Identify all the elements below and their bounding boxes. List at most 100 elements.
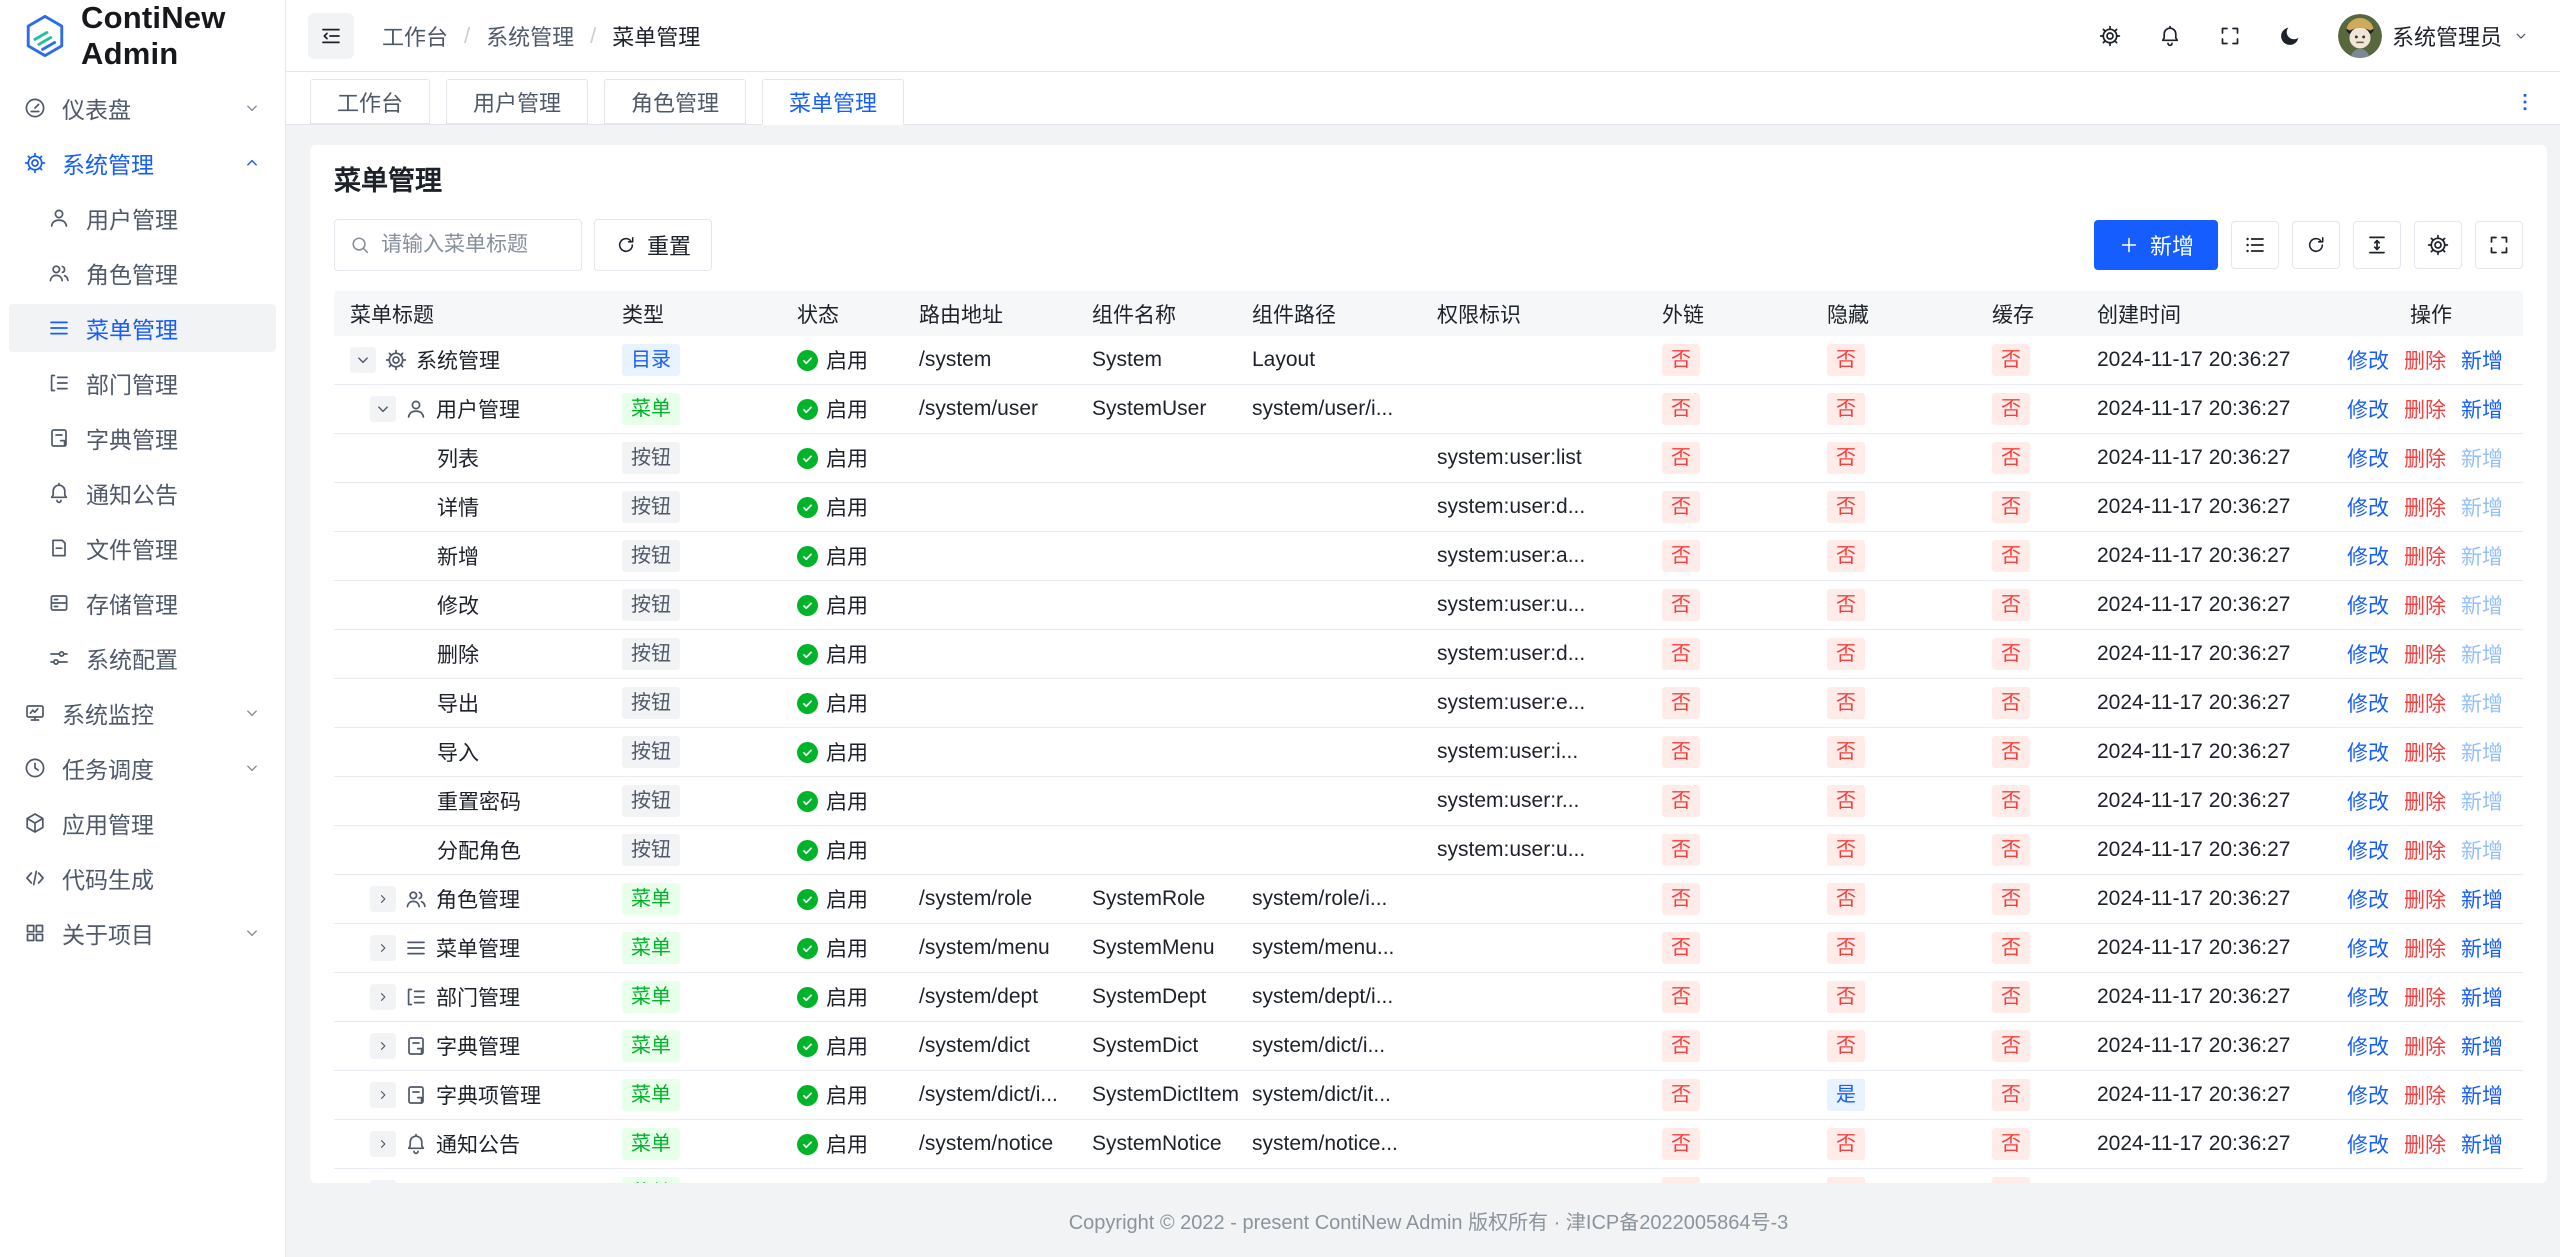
- component-path-cell: system/dict/it...: [1244, 1083, 1429, 1107]
- delete-link[interactable]: 删除: [2404, 1178, 2446, 1183]
- sidebar-item-notice[interactable]: 通知公告: [9, 469, 276, 517]
- expand-toggle[interactable]: [370, 1180, 396, 1183]
- refresh-table-button[interactable]: [2292, 221, 2340, 269]
- delete-link[interactable]: 删除: [2404, 1031, 2446, 1061]
- modify-link[interactable]: 修改: [2347, 1178, 2389, 1183]
- delete-link[interactable]: 删除: [2404, 1129, 2446, 1159]
- delete-link[interactable]: 删除: [2404, 394, 2446, 424]
- tab-角色管理[interactable]: 角色管理: [604, 79, 746, 124]
- type-badge: 按钮: [622, 736, 680, 768]
- sidebar-item-schedule[interactable]: 任务调度: [9, 744, 276, 792]
- tab-菜单管理[interactable]: 菜单管理: [762, 79, 904, 125]
- add-link[interactable]: 新增: [2461, 1080, 2503, 1110]
- list-view-button[interactable]: [2231, 221, 2279, 269]
- sidebar-item-role[interactable]: 角色管理: [9, 249, 276, 297]
- sidebar-item-user[interactable]: 用户管理: [9, 194, 276, 242]
- modify-link[interactable]: 修改: [2347, 639, 2389, 669]
- modify-link[interactable]: 修改: [2347, 492, 2389, 522]
- tab-工作台[interactable]: 工作台: [310, 79, 430, 124]
- add-link[interactable]: 新增: [2461, 1031, 2503, 1061]
- modify-link[interactable]: 修改: [2347, 884, 2389, 914]
- search-input[interactable]: [381, 233, 567, 257]
- add-link[interactable]: 新增: [2461, 884, 2503, 914]
- sidebar-item-monitor[interactable]: 系统监控: [9, 689, 276, 737]
- modify-link[interactable]: 修改: [2347, 688, 2389, 718]
- delete-link[interactable]: 删除: [2404, 737, 2446, 767]
- modify-link[interactable]: 修改: [2347, 443, 2389, 473]
- delete-link[interactable]: 删除: [2404, 1080, 2446, 1110]
- delete-link[interactable]: 删除: [2404, 492, 2446, 522]
- monitor-icon: [23, 701, 47, 725]
- expand-toggle[interactable]: [370, 396, 396, 422]
- created-time-cell: 2024-11-17 20:36:27: [2089, 495, 2339, 519]
- delete-link[interactable]: 删除: [2404, 982, 2446, 1012]
- component-name-cell: SystemDictItem: [1084, 1083, 1244, 1107]
- delete-link[interactable]: 删除: [2404, 345, 2446, 375]
- delete-link[interactable]: 删除: [2404, 933, 2446, 963]
- add-link[interactable]: 新增: [2461, 394, 2503, 424]
- modify-link[interactable]: 修改: [2347, 1080, 2389, 1110]
- breadcrumb-item[interactable]: 系统管理: [486, 20, 574, 52]
- sidebar-item-config[interactable]: 系统配置: [9, 634, 276, 682]
- hidden-cell: 否: [1819, 638, 1984, 670]
- modify-link[interactable]: 修改: [2347, 590, 2389, 620]
- expand-toggle[interactable]: [370, 935, 396, 961]
- notifications-button[interactable]: [2158, 24, 2182, 48]
- tab-用户管理[interactable]: 用户管理: [446, 79, 588, 124]
- add-link[interactable]: 新增: [2461, 982, 2503, 1012]
- delete-link[interactable]: 删除: [2404, 443, 2446, 473]
- delete-link[interactable]: 删除: [2404, 688, 2446, 718]
- modify-link[interactable]: 修改: [2347, 737, 2389, 767]
- modify-link[interactable]: 修改: [2347, 394, 2389, 424]
- delete-link[interactable]: 删除: [2404, 884, 2446, 914]
- modify-link[interactable]: 修改: [2347, 786, 2389, 816]
- expand-toggle[interactable]: [370, 984, 396, 1010]
- theme-toggle-button[interactable]: [2278, 24, 2302, 48]
- add-button[interactable]: 新增: [2094, 220, 2218, 270]
- tab-list-menu-button[interactable]: [2514, 91, 2536, 113]
- sidebar-item-dept[interactable]: 部门管理: [9, 359, 276, 407]
- table-fullscreen-button[interactable]: [2475, 221, 2523, 269]
- sidebar-item-about[interactable]: 关于项目: [9, 909, 276, 957]
- modify-link[interactable]: 修改: [2347, 1129, 2389, 1159]
- expand-toggle[interactable]: [370, 886, 396, 912]
- add-link[interactable]: 新增: [2461, 1178, 2503, 1183]
- modify-link[interactable]: 修改: [2347, 1031, 2389, 1061]
- expand-toggle[interactable]: [350, 347, 376, 373]
- table-settings-button[interactable]: [2414, 221, 2462, 269]
- sidebar-item-dashboard[interactable]: 仪表盘: [9, 84, 276, 132]
- row-height-button[interactable]: [2353, 221, 2401, 269]
- add-link[interactable]: 新增: [2461, 1129, 2503, 1159]
- delete-link[interactable]: 删除: [2404, 590, 2446, 620]
- sidebar-item-app[interactable]: 应用管理: [9, 799, 276, 847]
- user-menu[interactable]: 系统管理员: [2338, 14, 2530, 58]
- sidebar-item-menu[interactable]: 菜单管理: [9, 304, 276, 352]
- modify-link[interactable]: 修改: [2347, 933, 2389, 963]
- reset-button[interactable]: 重置: [594, 219, 712, 271]
- sidebar-item-file[interactable]: 文件管理: [9, 524, 276, 572]
- settings-button[interactable]: [2098, 24, 2122, 48]
- modify-link[interactable]: 修改: [2347, 982, 2389, 1012]
- sidebar-item-storage[interactable]: 存储管理: [9, 579, 276, 627]
- delete-link[interactable]: 删除: [2404, 639, 2446, 669]
- sidebar-item-codegen[interactable]: 代码生成: [9, 854, 276, 902]
- modify-link[interactable]: 修改: [2347, 541, 2389, 571]
- menu-title-cell: 详情: [334, 492, 614, 522]
- expand-toggle[interactable]: [370, 1033, 396, 1059]
- delete-link[interactable]: 删除: [2404, 541, 2446, 571]
- delete-link[interactable]: 删除: [2404, 786, 2446, 816]
- sidebar-item-dict[interactable]: 字典管理: [9, 414, 276, 462]
- breadcrumb-item[interactable]: 工作台: [382, 20, 448, 52]
- modify-link[interactable]: 修改: [2347, 835, 2389, 865]
- menu-title: 部门管理: [436, 982, 520, 1012]
- expand-toggle[interactable]: [370, 1082, 396, 1108]
- expand-toggle[interactable]: [370, 1131, 396, 1157]
- add-link[interactable]: 新增: [2461, 345, 2503, 375]
- delete-link[interactable]: 删除: [2404, 835, 2446, 865]
- sidebar-item-system[interactable]: 系统管理: [9, 139, 276, 187]
- hidden-cell: 否: [1819, 1177, 1984, 1183]
- modify-link[interactable]: 修改: [2347, 345, 2389, 375]
- sidebar-collapse-button[interactable]: [308, 13, 354, 59]
- add-link[interactable]: 新增: [2461, 933, 2503, 963]
- fullscreen-button[interactable]: [2218, 24, 2242, 48]
